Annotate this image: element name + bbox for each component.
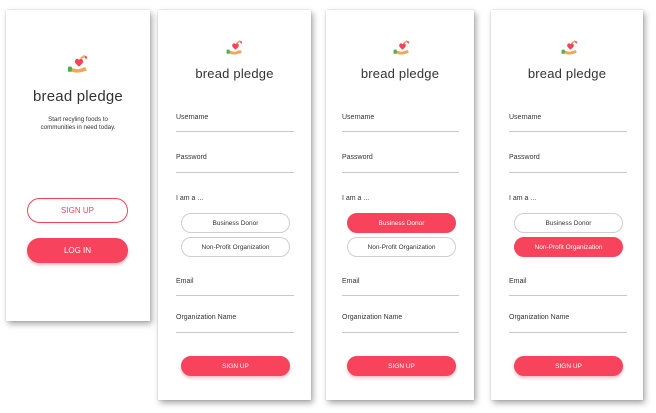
password-label: Password [342, 154, 373, 161]
role-business-donor-button[interactable]: Business Donor [514, 213, 623, 233]
role-nonprofit-button[interactable]: Non-Profit Organization [181, 237, 290, 257]
password-label: Password [509, 154, 540, 161]
signup-screen-default: bread pledge Username Password I am a ..… [158, 10, 311, 400]
role-business-donor-button[interactable]: Business Donor [347, 213, 456, 233]
role-business-donor-button[interactable]: Business Donor [181, 213, 290, 233]
username-field[interactable] [509, 131, 627, 132]
iam-label: I am a ... [176, 195, 204, 202]
iam-label: I am a ... [509, 195, 537, 202]
brand-name: bread pledge [195, 66, 274, 81]
role-nonprofit-button[interactable]: Non-Profit Organization [514, 237, 623, 257]
tagline-line-1: Start recyling foods to [48, 116, 108, 123]
password-field[interactable] [342, 172, 459, 173]
username-label: Username [342, 114, 375, 121]
signup-submit-button[interactable]: SIGN UP [181, 356, 290, 376]
signup-submit-button[interactable]: SIGN UP [514, 356, 623, 376]
brand-name: bread pledge [33, 88, 123, 105]
bread-heart-hands-logo [226, 40, 243, 55]
bread-heart-hands-logo [67, 54, 88, 73]
signup-submit-button[interactable]: SIGN UP [347, 356, 456, 376]
email-label: Email [176, 278, 194, 285]
email-label: Email [509, 278, 527, 285]
org-name-field[interactable] [176, 332, 294, 333]
org-name-label: Organization Name [176, 314, 237, 321]
role-nonprofit-button[interactable]: Non-Profit Organization [347, 237, 456, 257]
iam-label: I am a ... [342, 195, 370, 202]
username-label: Username [509, 114, 542, 121]
email-label: Email [342, 278, 360, 285]
brand-name: bread pledge [360, 66, 440, 81]
password-label: Password [176, 154, 207, 161]
email-field[interactable] [509, 295, 627, 296]
username-field[interactable] [176, 131, 294, 132]
org-name-field[interactable] [509, 332, 627, 333]
brand-name: bread pledge [527, 66, 607, 81]
email-field[interactable] [176, 295, 294, 296]
username-field[interactable] [342, 131, 459, 132]
org-name-label: Organization Name [342, 314, 403, 321]
org-name-field[interactable] [342, 332, 459, 333]
welcome-screen: bread pledge Start recyling foods to com… [6, 10, 150, 321]
bread-heart-hands-logo [561, 40, 578, 55]
signup-screen-nonprofit: bread pledge Username Password I am a ..… [491, 10, 643, 400]
tagline-line-2: communities in need today. [40, 124, 116, 131]
password-field[interactable] [509, 172, 627, 173]
username-label: Username [176, 114, 209, 121]
password-field[interactable] [176, 172, 294, 173]
welcome-login-button[interactable]: LOG IN [27, 238, 128, 263]
email-field[interactable] [342, 295, 459, 296]
welcome-signup-button[interactable]: SIGN UP [27, 198, 128, 223]
org-name-label: Organization Name [509, 314, 570, 321]
bread-heart-hands-logo [393, 40, 410, 55]
signup-screen-business-donor: bread pledge Username Password I am a ..… [326, 10, 474, 400]
